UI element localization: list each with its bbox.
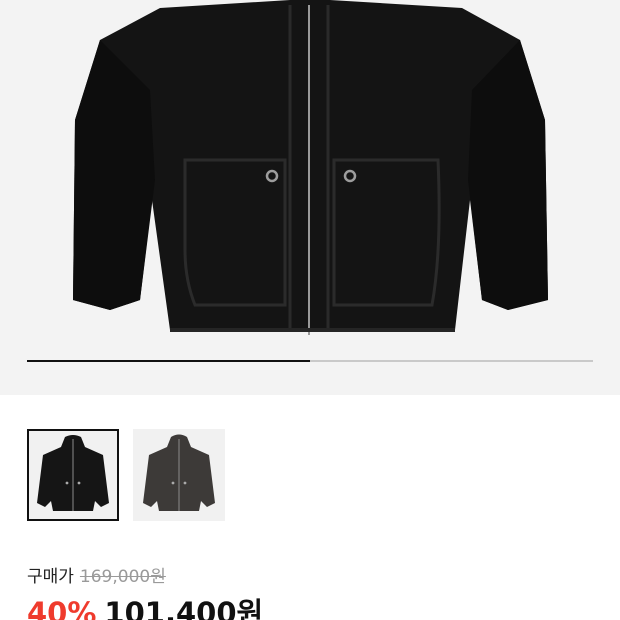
discount-rate: 40% (27, 596, 97, 620)
final-price: 101,400원 (104, 596, 264, 620)
sale-price-row: 40% 101,400원 (27, 590, 263, 620)
product-main-image (73, 0, 548, 335)
gallery-progress-fill (27, 360, 310, 362)
original-price: 169,000원 (79, 566, 166, 587)
product-image-gallery[interactable] (0, 0, 620, 395)
price-label-row: 구매가 169,000원 (27, 562, 166, 587)
thumbnail-charcoal[interactable] (133, 429, 225, 521)
thumbnail-charcoal-image (143, 434, 215, 511)
thumbnail-black[interactable] (27, 429, 119, 521)
thumbnail-black-image (37, 435, 109, 511)
price-label: 구매가 (27, 566, 74, 587)
gallery-progress-bar (27, 360, 593, 362)
